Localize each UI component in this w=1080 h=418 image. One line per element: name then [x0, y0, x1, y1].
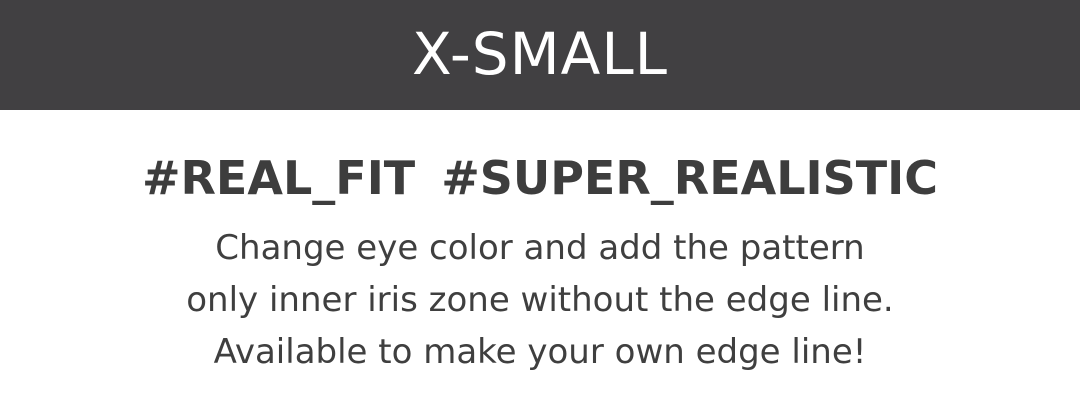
- product-info: #REAL_FIT #SUPER_REALISTIC Change eye co…: [0, 110, 1080, 378]
- description-line: Available to make your own edge line!: [213, 332, 867, 372]
- description-line: Change eye color and add the pattern: [215, 228, 865, 268]
- size-header-bar: X-SMALL: [0, 0, 1080, 110]
- size-title: X-SMALL: [412, 20, 668, 88]
- hashtag-row: #REAL_FIT #SUPER_REALISTIC: [142, 152, 938, 204]
- hashtag-super-realistic: #SUPER_REALISTIC: [441, 151, 939, 205]
- description-text: Change eye color and add the pattern onl…: [186, 222, 894, 378]
- description-line: only inner iris zone without the edge li…: [186, 280, 894, 320]
- hashtag-real-fit: #REAL_FIT: [141, 151, 416, 205]
